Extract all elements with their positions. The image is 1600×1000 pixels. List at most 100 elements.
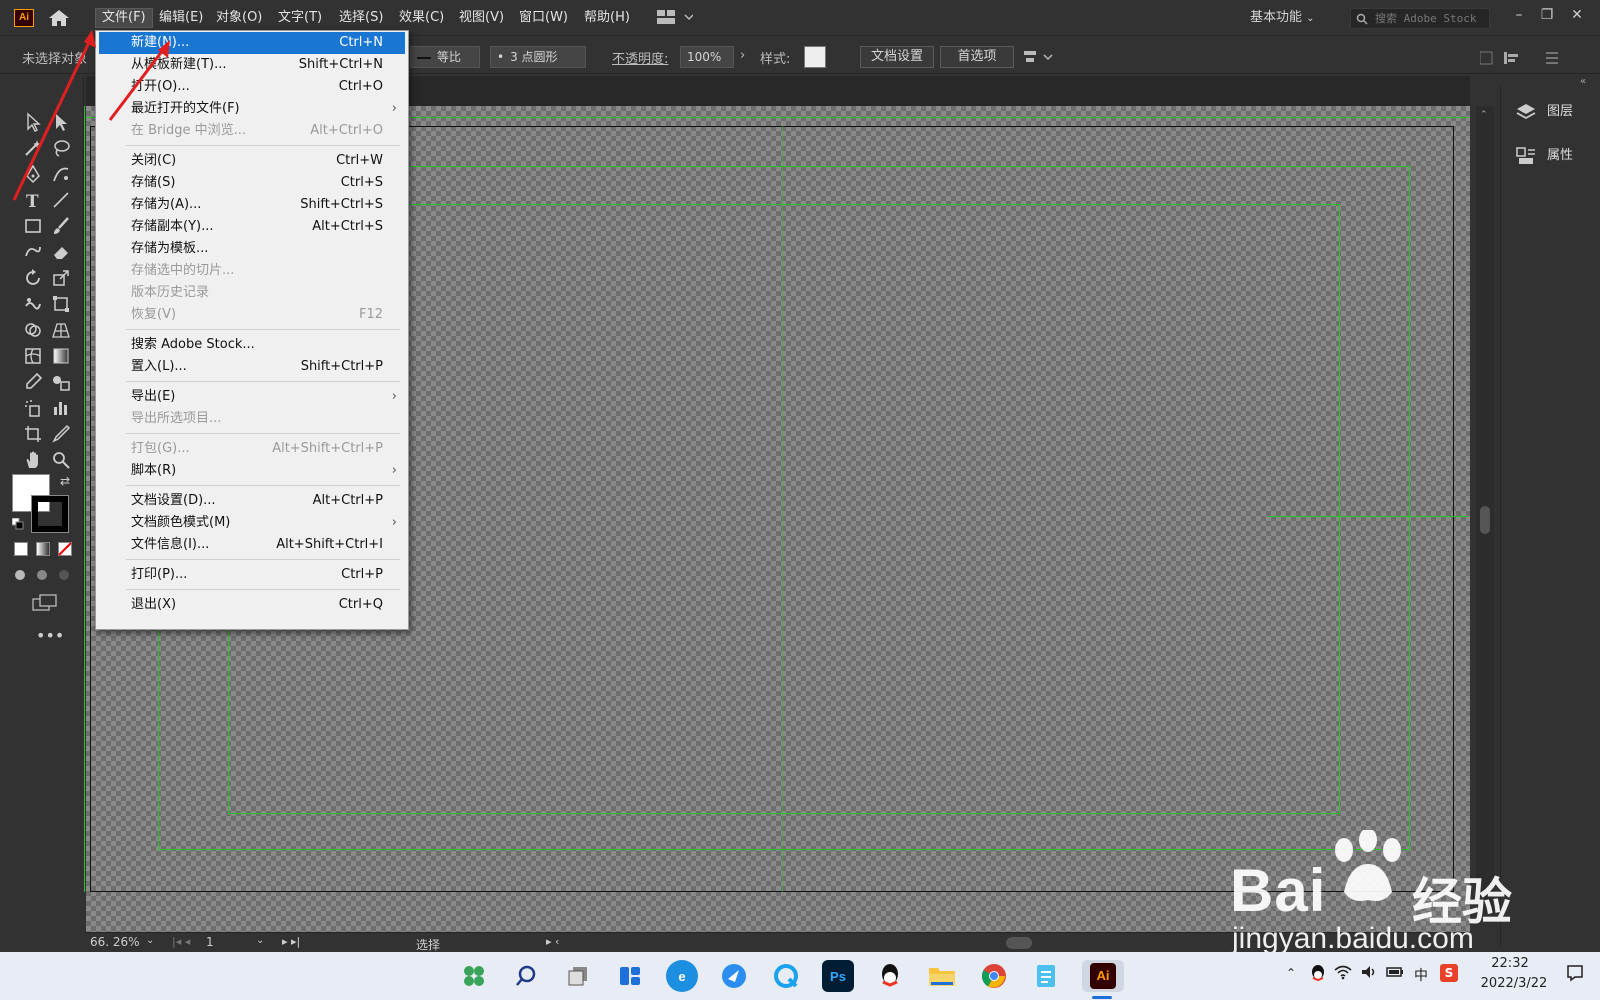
symbol-sprayer-tool-icon[interactable]	[20, 396, 46, 420]
edit-toolbar-icon[interactable]: •••	[36, 626, 64, 645]
stroke-swatch[interactable]	[31, 495, 69, 533]
volume-icon[interactable]	[1360, 964, 1378, 984]
close-button[interactable]: ✕	[1566, 4, 1588, 26]
menu-help[interactable]: 帮助(H)	[578, 8, 636, 28]
stroke-profile-select[interactable]: 等比	[410, 46, 480, 68]
stock-search-input[interactable]: 搜索 Adobe Stock	[1350, 8, 1490, 29]
column-graph-tool-icon[interactable]	[48, 396, 74, 420]
menu-view[interactable]: 视图(V)	[453, 8, 510, 28]
first-artboard-icon[interactable]: |◂ ◂	[172, 935, 190, 948]
feishu-icon[interactable]	[718, 960, 750, 992]
chevron-right-icon[interactable]: ›	[740, 48, 745, 63]
ime-indicator[interactable]: 中	[1414, 965, 1428, 985]
ie-browser-icon[interactable]: e	[666, 960, 698, 992]
zoom-level[interactable]: 66. 26%	[90, 935, 140, 949]
wifi-icon[interactable]	[1334, 964, 1352, 984]
gradient-tool-icon[interactable]	[48, 344, 74, 368]
none-mode-icon[interactable]	[58, 542, 72, 556]
qq-browser-icon[interactable]	[770, 960, 802, 992]
clock-date[interactable]: 2022/3/22	[1478, 976, 1550, 991]
battery-icon[interactable]	[1386, 964, 1404, 984]
menu-item-print[interactable]: 打印(P)... Ctrl+P	[99, 564, 405, 586]
menu-item-document-color-mode[interactable]: 文档颜色模式(M) ›	[99, 512, 405, 534]
menu-window[interactable]: 窗口(W)	[513, 8, 574, 28]
zoom-tool-icon[interactable]	[48, 448, 74, 472]
screen-mode-icon[interactable]	[32, 594, 58, 612]
mesh-tool-icon[interactable]	[20, 344, 46, 368]
blend-tool-icon[interactable]	[48, 370, 74, 394]
artboard-dropdown-icon[interactable]: ⌄	[256, 935, 264, 946]
horizontal-scroll-thumb[interactable]	[1006, 937, 1032, 949]
menu-item-file-info[interactable]: 文件信息(I)... Alt+Shift+Ctrl+I	[99, 534, 405, 556]
widgets-icon[interactable]	[614, 960, 646, 992]
menu-item-label: 置入(L)...	[131, 359, 187, 374]
menu-item-document-setup[interactable]: 文档设置(D)... Alt+Ctrl+P	[99, 490, 405, 512]
tray-overflow-icon[interactable]: ⌃	[1286, 966, 1296, 980]
scale-tool-icon[interactable]	[48, 266, 74, 290]
menu-item-label: 存储为模板...	[131, 241, 209, 256]
arrange-documents-icon[interactable]	[657, 10, 694, 25]
stroke-profile-label: 等比	[437, 50, 462, 64]
maximize-button[interactable]: ❐	[1536, 4, 1558, 26]
menu-item-scripts[interactable]: 脚本(R) ›	[99, 460, 405, 482]
menu-effect[interactable]: 效果(C)	[393, 8, 450, 28]
menu-separator	[126, 381, 400, 382]
layers-panel-tab[interactable]: 图层	[1513, 100, 1593, 124]
shaper-tool-icon[interactable]	[20, 240, 46, 264]
search-taskbar-icon[interactable]	[510, 960, 542, 992]
swap-colors-icon[interactable]: ⇄	[60, 474, 70, 488]
eyedropper-tool-icon[interactable]	[20, 370, 46, 394]
color-mode-icon[interactable]	[14, 542, 28, 556]
preferences-button[interactable]: 首选项	[940, 46, 1014, 68]
workspace-switcher[interactable]: 基本功能 ⌄	[1250, 8, 1315, 28]
document-setup-button[interactable]: 文档设置	[860, 46, 934, 68]
sogou-ime-icon[interactable]: S	[1440, 964, 1458, 982]
zoom-dropdown-icon[interactable]: ⌄	[146, 935, 154, 946]
artboard-tool-icon[interactable]	[20, 422, 46, 446]
qq-icon[interactable]	[874, 960, 906, 992]
vertical-scroll-thumb[interactable]	[1480, 506, 1490, 534]
menu-type[interactable]: 文字(T)	[272, 8, 328, 28]
warp-tool-icon[interactable]	[20, 292, 46, 316]
vertical-scrollbar[interactable]: ⌃	[1476, 106, 1494, 914]
file-explorer-icon[interactable]	[926, 960, 958, 992]
next-artboard-icon[interactable]: ▸ ▸|	[282, 935, 300, 948]
status-menu-icon[interactable]: ▸ ‹	[546, 935, 559, 948]
menu-item-exit[interactable]: 退出(X) Ctrl+Q	[99, 594, 405, 616]
hand-tool-icon[interactable]	[20, 448, 46, 472]
clock-time[interactable]: 22:32	[1478, 956, 1542, 971]
slice-tool-icon[interactable]	[48, 422, 74, 446]
style-swatch[interactable]	[804, 46, 826, 68]
qq-tray-icon[interactable]	[1310, 964, 1326, 986]
start-menu-icon[interactable]	[458, 960, 490, 992]
notification-icon[interactable]	[1566, 964, 1584, 986]
brush-select[interactable]: • 3 点圆形	[490, 46, 586, 68]
panel-options-icon[interactable]	[1479, 50, 1560, 66]
scroll-up-icon[interactable]: ⌃	[1480, 110, 1488, 120]
menu-item-label: 退出(X)	[131, 597, 177, 612]
menu-item-search-stock[interactable]: 搜索 Adobe Stock...	[99, 334, 405, 356]
photoshop-icon[interactable]: Ps	[822, 960, 854, 992]
gradient-mode-icon[interactable]	[36, 542, 50, 556]
draw-mode-icons[interactable]	[14, 568, 72, 582]
rotate-tool-icon[interactable]	[20, 266, 46, 290]
default-colors-icon[interactable]	[11, 517, 24, 530]
menu-object[interactable]: 对象(O)	[210, 8, 268, 28]
notepad-icon[interactable]	[1030, 960, 1062, 992]
task-view-icon[interactable]	[562, 960, 594, 992]
align-icon[interactable]	[1022, 48, 1054, 66]
perspective-grid-tool-icon[interactable]	[48, 318, 74, 342]
illustrator-taskbar-icon[interactable]: Ai	[1082, 960, 1124, 992]
free-transform-tool-icon[interactable]	[48, 292, 74, 316]
chrome-icon[interactable]	[978, 960, 1010, 992]
eraser-tool-icon[interactable]	[48, 240, 74, 264]
menu-item-place[interactable]: 置入(L)... Shift+Ctrl+P	[99, 356, 405, 378]
minimize-button[interactable]: –	[1508, 4, 1530, 26]
opacity-input[interactable]: 100%	[680, 46, 734, 68]
menu-item-shortcut: Alt+Ctrl+S	[312, 219, 383, 234]
shape-builder-tool-icon[interactable]	[20, 318, 46, 342]
menu-item-save-as-template[interactable]: 存储为模板...	[99, 238, 405, 260]
menu-select[interactable]: 选择(S)	[333, 8, 389, 28]
properties-panel-tab[interactable]: 属性	[1513, 144, 1593, 168]
menu-item-export[interactable]: 导出(E) ›	[99, 386, 405, 408]
